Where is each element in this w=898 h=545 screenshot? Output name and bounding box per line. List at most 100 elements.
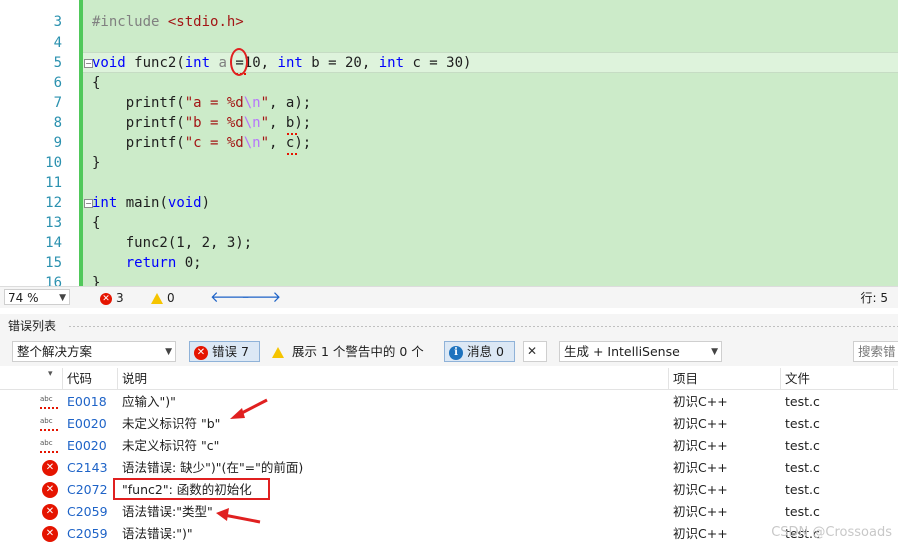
intellisense-icon: abc — [40, 417, 60, 431]
line-number: 16 — [45, 275, 62, 286]
zoom-level: 74 % — [8, 291, 39, 305]
code-line-16: } — [92, 275, 101, 286]
error-icon: ✕ — [42, 460, 58, 476]
error-project: 初识C++ — [673, 526, 728, 541]
code-line-9: printf("c = %d\n", c); — [125, 135, 312, 151]
error-project: 初识C++ — [673, 394, 728, 409]
error-count-indicator[interactable]: ✕ 3 — [100, 290, 124, 306]
error-code[interactable]: C2059 — [67, 523, 108, 545]
line-number: 5 — [53, 55, 62, 71]
error-description: 未定义标识符 "c" — [122, 438, 220, 453]
error-icon: ✕ — [42, 526, 58, 542]
info-icon: i — [449, 345, 463, 360]
table-row[interactable]: ✕ C2059 语法错误:"类型" 初识C++ test.c — [0, 501, 898, 523]
line-number: 12 — [45, 195, 62, 211]
error-code[interactable]: C2072 — [67, 479, 108, 501]
table-header: ▾ 代码 说明 项目 文件 — [0, 368, 898, 390]
error-icon: ✕ — [100, 292, 112, 305]
error-icon: ✕ — [42, 482, 58, 498]
zoom-dropdown[interactable]: 74 % ▼ — [4, 289, 70, 305]
error-project: 初识C++ — [673, 438, 728, 453]
error-list-toolbar: 整个解决方案 ▼ ✕ 错误 7 展示 1 个警告中的 0 个 i 消息 0 ✕ 生成… — [0, 338, 898, 366]
code-line-8: printf("b = %d\n", b); — [125, 115, 312, 131]
error-code[interactable]: E0020 — [67, 435, 107, 457]
code-editor[interactable]: 3 4 5 6 7 8 9 10 11 12 13 14 15 16 − − #… — [0, 0, 898, 286]
column-header-code[interactable]: 代码 — [63, 368, 118, 390]
intellisense-icon: abc — [40, 439, 60, 453]
line-number: 13 — [45, 215, 62, 231]
line-number: 15 — [45, 255, 62, 271]
sort-column[interactable]: ▾ — [0, 368, 63, 390]
arrow-right-icon[interactable]: 🡒 — [241, 288, 281, 306]
errors-filter-button[interactable]: ✕ 错误 7 — [189, 341, 260, 362]
panel-title: 错误列表 — [8, 319, 57, 333]
line-number: 4 — [53, 35, 62, 51]
table-row[interactable]: ✕ C2143 语法错误: 缺少")"(在"="的前面) 初识C++ test.… — [0, 457, 898, 479]
error-description: 语法错误:")" — [122, 526, 193, 541]
error-code[interactable]: C2059 — [67, 501, 108, 523]
messages-filter-button[interactable]: i 消息 0 — [444, 341, 515, 362]
warning-count-indicator[interactable]: 0 — [151, 290, 175, 306]
error-file: test.c — [785, 394, 820, 409]
table-row[interactable]: ✕ C2059 语法错误:")" 初识C++ test.c — [0, 523, 898, 545]
warning-icon — [272, 347, 284, 358]
table-row[interactable]: abc E0018 应输入")" 初识C++ test.c — [0, 391, 898, 413]
line-number: 14 — [45, 235, 62, 251]
error-list-titlebar: 错误列表 — [0, 314, 898, 338]
scope-dropdown[interactable]: 整个解决方案 ▼ — [12, 341, 176, 362]
error-file: test.c — [785, 504, 820, 519]
error-file: test.c — [785, 460, 820, 475]
code-line-14: func2(1, 2, 3); — [125, 235, 253, 251]
chevron-down-icon: ▼ — [711, 347, 718, 357]
error-project: 初识C++ — [673, 504, 728, 519]
build-filter-dropdown[interactable]: 生成 + IntelliSense ▼ — [559, 341, 722, 362]
annotation-arrow-icon — [216, 508, 261, 524]
error-project: 初识C++ — [673, 460, 728, 475]
line-number: 3 — [53, 14, 62, 30]
error-icon: ✕ — [194, 345, 208, 360]
error-code[interactable]: E0020 — [67, 413, 107, 435]
sort-marker-icon: ▾ — [48, 369, 53, 379]
table-row[interactable]: abc E0020 未定义标识符 "c" 初识C++ test.c — [0, 435, 898, 457]
error-file: test.c — [785, 438, 820, 453]
error-description: 应输入")" — [122, 394, 176, 409]
error-file: test.c — [785, 482, 820, 497]
line-indicator: 行: 5 — [860, 291, 889, 305]
line-number: 7 — [53, 95, 62, 111]
search-input[interactable]: 搜索错 — [853, 341, 898, 362]
warning-icon — [151, 293, 163, 304]
code-line-15: return 0; — [125, 255, 202, 271]
annotation-arrow-icon — [230, 398, 268, 419]
table-row[interactable]: abc E0020 未定义标识符 "b" 初识C++ test.c — [0, 413, 898, 435]
intellisense-icon: abc — [40, 395, 60, 409]
code-line-12: int main(void) — [92, 195, 211, 211]
code-line-3: #include <stdio.h> — [92, 14, 244, 30]
annotation-box — [113, 478, 270, 500]
code-line-6: { — [92, 75, 101, 91]
error-file: test.c — [785, 416, 820, 431]
line-number-gutter: 3 4 5 6 7 8 9 10 11 12 13 14 15 16 — [0, 0, 68, 286]
error-code[interactable]: C2143 — [67, 457, 108, 479]
filter-clear-button[interactable]: ✕ — [523, 341, 547, 362]
code-line-13: { — [92, 215, 101, 231]
line-number: 8 — [53, 115, 62, 131]
warnings-filter-button[interactable]: 展示 1 个警告中的 0 个 — [272, 341, 424, 362]
column-header-description[interactable]: 说明 — [118, 368, 669, 390]
column-header-file[interactable]: 文件 — [781, 368, 894, 390]
error-icon: ✕ — [42, 504, 58, 520]
chevron-down-icon: ▼ — [165, 347, 172, 357]
drag-grip[interactable] — [68, 325, 898, 328]
error-code[interactable]: E0018 — [67, 391, 107, 413]
line-number: 11 — [45, 175, 62, 191]
chevron-down-icon: ▼ — [59, 293, 66, 303]
annotation-circle — [230, 48, 248, 76]
column-header-project[interactable]: 项目 — [669, 368, 781, 390]
error-project: 初识C++ — [673, 416, 728, 431]
error-project: 初识C++ — [673, 482, 728, 497]
line-number: 6 — [53, 75, 62, 91]
error-description: 语法错误:"类型" — [122, 504, 213, 519]
filter-clear-icon: ✕ — [527, 344, 538, 358]
error-squiggle — [287, 150, 297, 155]
editor-status-bar: 74 % ▼ ✕ 3 0 🡐 🡒 行: 5 — [0, 286, 898, 308]
code-line-10: } — [92, 155, 101, 171]
